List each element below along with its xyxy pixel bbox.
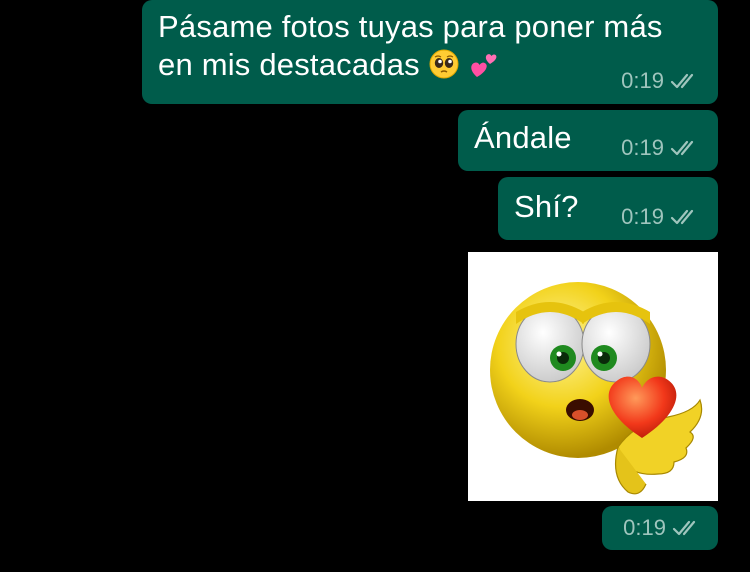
two-hearts-icon xyxy=(468,47,500,88)
message-text-content: Pásame fotos tuyas para poner más en mis… xyxy=(158,9,663,82)
sticker-image[interactable] xyxy=(468,252,718,501)
message-meta: 0:19 xyxy=(621,68,702,94)
outgoing-message-bubble[interactable]: Ándale 0:19 xyxy=(458,110,718,171)
message-meta: 0:19 xyxy=(623,515,704,541)
smiley-blowing-heart-sticker-icon xyxy=(490,282,703,495)
double-check-icon xyxy=(670,140,694,156)
outgoing-message-bubble[interactable]: Pásame fotos tuyas para poner más en mis… xyxy=(142,0,718,104)
message-meta: 0:19 xyxy=(621,204,702,230)
pleading-face-icon xyxy=(429,49,459,88)
double-check-icon xyxy=(670,73,694,89)
double-check-icon xyxy=(670,209,694,225)
double-check-icon xyxy=(672,520,696,536)
sticker-timestamp-bubble: 0:19 xyxy=(602,506,718,550)
outgoing-message-bubble[interactable]: Shí? 0:19 xyxy=(498,177,718,240)
message-time: 0:19 xyxy=(623,515,666,540)
message-meta: 0:19 xyxy=(621,135,702,161)
message-time: 0:19 xyxy=(621,204,664,229)
message-time: 0:19 xyxy=(621,135,664,160)
message-time: 0:19 xyxy=(621,68,664,93)
